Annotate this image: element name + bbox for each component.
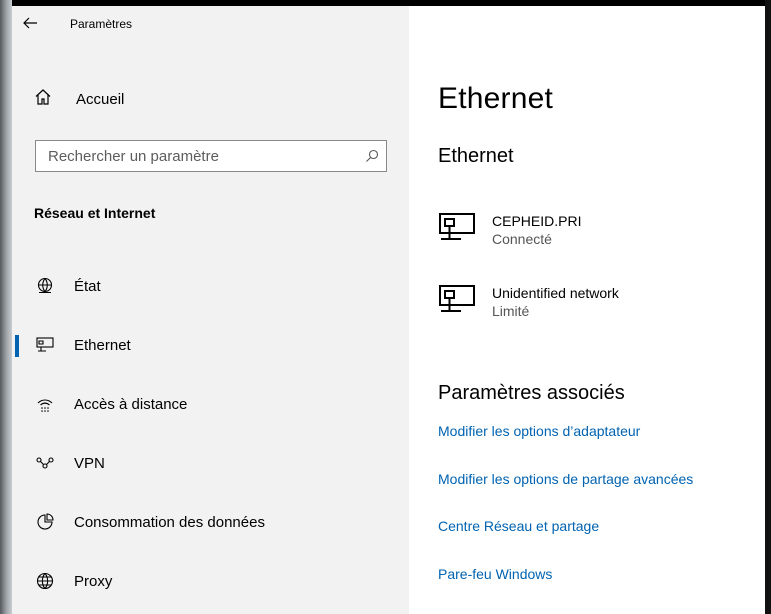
network-name: Unidentified network — [492, 285, 619, 301]
sidebar-item-ethernet[interactable]: Ethernet — [12, 325, 409, 365]
vpn-icon — [34, 456, 56, 470]
globe-status-icon — [34, 277, 56, 295]
settings-window: Paramètres Accueil Rechercher un paramèt… — [0, 0, 771, 614]
globe-icon — [34, 572, 56, 590]
sidebar-item-consommation[interactable]: Consommation des données — [12, 502, 409, 542]
sidebar-item-label: État — [74, 277, 101, 295]
sidebar-item-acces-distance[interactable]: Accès à distance — [12, 384, 409, 424]
section-title: Réseau et Internet — [34, 205, 156, 221]
ethernet-icon — [34, 337, 56, 353]
network-text: Unidentified network Limité — [492, 284, 619, 320]
network-computer-icon — [438, 284, 480, 323]
app-title: Paramètres — [70, 17, 133, 31]
network-name: CEPHEID.PRI — [492, 213, 582, 229]
network-text: CEPHEID.PRI Connecté — [492, 212, 581, 248]
link-windows-firewall[interactable]: Pare-feu Windows — [438, 566, 552, 582]
sidebar-item-label: Accueil — [76, 91, 125, 108]
sidebar-item-etat[interactable]: État — [12, 266, 409, 306]
link-network-sharing-center[interactable]: Centre Réseau et partage — [438, 518, 599, 534]
network-item[interactable]: CEPHEID.PRI Connecté — [438, 212, 581, 251]
sidebar-item-label: Ethernet — [74, 336, 131, 354]
related-settings-title: Paramètres associés — [438, 382, 625, 404]
window-right-edge — [765, 0, 771, 614]
back-arrow-icon[interactable] — [22, 16, 40, 32]
sidebar-item-label: Proxy — [74, 572, 113, 590]
sidebar-item-label: Accès à distance — [74, 395, 188, 413]
search-input[interactable]: Rechercher un paramètre — [36, 148, 358, 165]
selected-indicator — [15, 335, 19, 357]
search-icon[interactable] — [358, 149, 386, 163]
network-status: Connecté — [492, 231, 552, 247]
window-left-edge — [0, 0, 12, 614]
sidebar-item-label: VPN — [74, 454, 105, 472]
link-adapter-options[interactable]: Modifier les options d’adaptateur — [438, 423, 640, 439]
sidebar-item-home[interactable]: Accueil — [34, 88, 124, 111]
home-icon — [34, 88, 52, 111]
search-box[interactable]: Rechercher un paramètre — [35, 140, 387, 172]
network-computer-icon — [438, 212, 480, 251]
sidebar-item-vpn[interactable]: VPN — [12, 443, 409, 483]
network-status: Limité — [492, 303, 530, 319]
network-item[interactable]: Unidentified network Limité — [438, 284, 619, 323]
dial-up-icon — [34, 395, 56, 413]
header: Paramètres — [22, 16, 132, 32]
sidebar-item-label: Consommation des données — [74, 513, 265, 531]
section-heading: Ethernet — [438, 145, 514, 167]
data-usage-icon — [34, 513, 56, 531]
link-advanced-sharing[interactable]: Modifier les options de partage avancées — [438, 471, 693, 487]
sidebar-item-proxy[interactable]: Proxy — [12, 561, 409, 601]
page-title: Ethernet — [438, 82, 554, 115]
